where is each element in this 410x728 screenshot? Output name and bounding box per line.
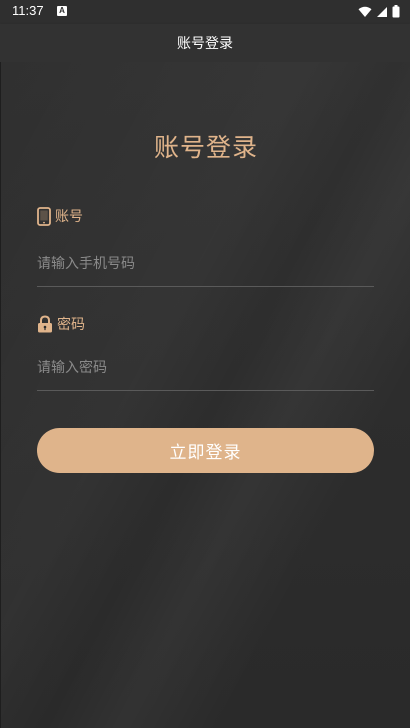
wifi-icon: [358, 6, 372, 17]
app-bar: 账号登录: [0, 24, 410, 62]
password-divider: [37, 390, 374, 391]
account-divider: [37, 286, 374, 287]
phone-icon: [37, 206, 51, 226]
account-input[interactable]: [37, 246, 374, 282]
notification-icon: A: [57, 6, 67, 16]
login-button[interactable]: 立即登录: [37, 428, 374, 473]
page-title: 账号登录: [153, 133, 258, 162]
battery-icon: [392, 5, 400, 18]
app-bar-title: 账号登录: [177, 36, 233, 52]
lock-icon: [38, 315, 52, 333]
status-bar: 11:37 A: [0, 0, 410, 24]
password-label-text: 密码: [57, 317, 85, 333]
status-icons: [358, 5, 400, 18]
login-form: 账号登录 账号 密码 立即登录: [0, 62, 410, 728]
account-label-text: 账号: [55, 209, 83, 225]
signal-icon: [377, 6, 387, 17]
password-input[interactable]: [37, 350, 374, 386]
account-label: 账号: [37, 206, 83, 226]
status-time: 11:37: [12, 3, 44, 18]
password-label: 密码: [37, 314, 85, 334]
